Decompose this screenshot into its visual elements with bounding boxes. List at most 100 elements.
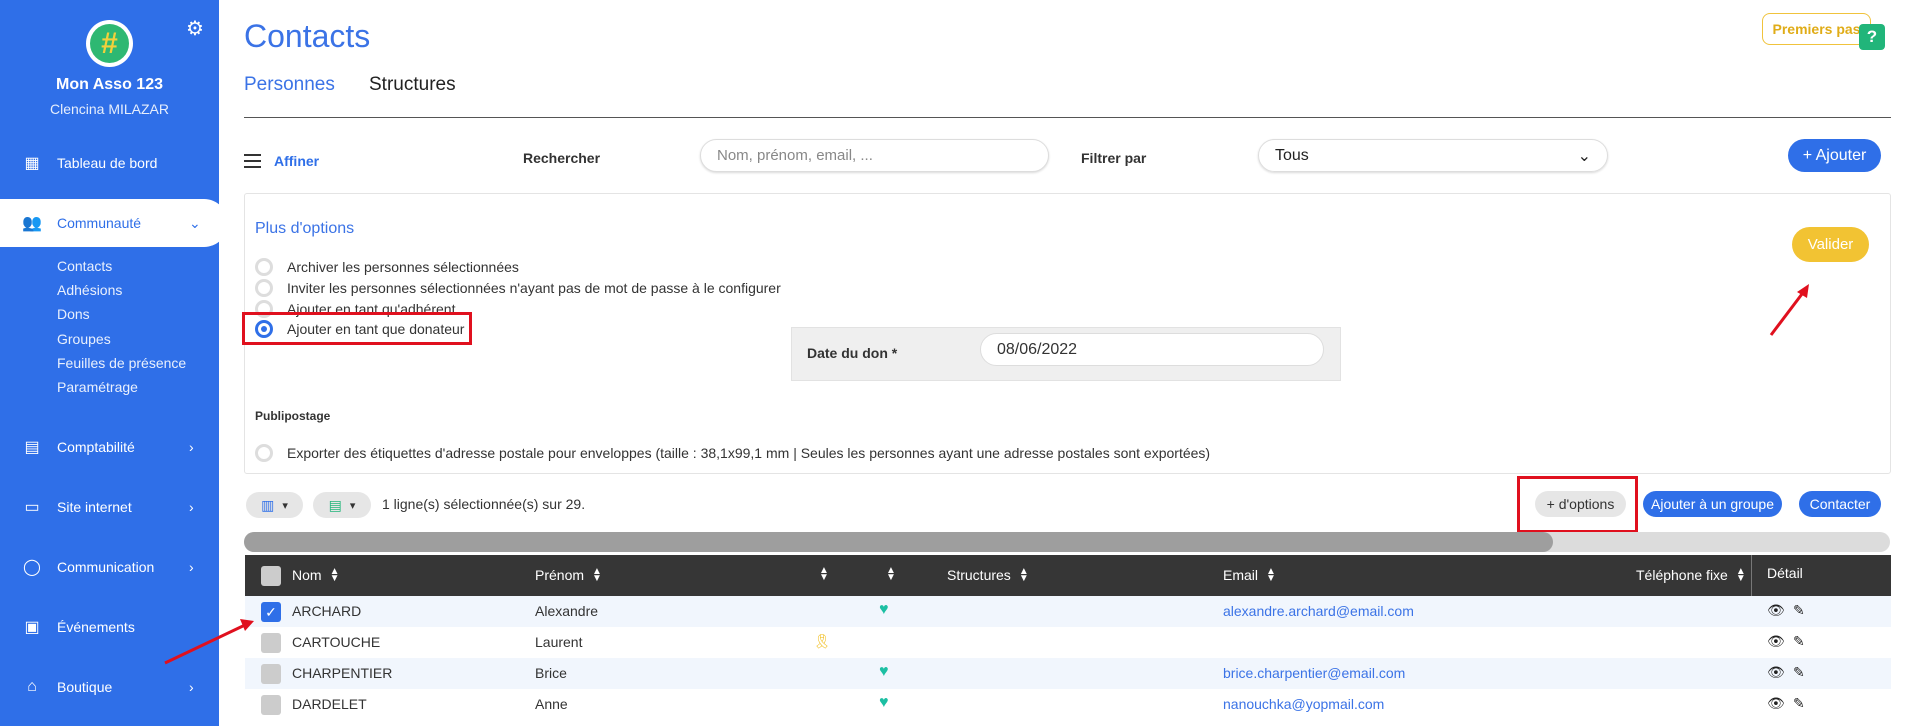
chevron-right-icon: › [189,679,194,695]
sidebar-item-label: Communauté [57,215,142,231]
calculator-icon: ▤ [24,439,40,456]
eye-icon[interactable]: 👁 [1767,602,1785,619]
cell-prenom: Brice [535,665,567,681]
sidebar-item-boutique[interactable]: ⌂ Boutique › [0,663,219,711]
cell-email[interactable]: brice.charpentier@email.com [1223,665,1405,681]
affiner-link[interactable]: Affiner [274,153,319,169]
header-label: Détail [1767,565,1803,581]
column-header-email[interactable]: Email ▲ ▼ [1223,567,1276,584]
radio-button[interactable] [255,258,273,276]
menu-icon[interactable] [244,154,261,168]
heart-icon: ♥ [879,663,889,680]
sidebar-sub-dons[interactable]: Dons [57,306,90,322]
caret-down-icon: ▾ [282,499,288,512]
sidebar-sub-adhesions[interactable]: Adhésions [57,282,122,298]
cell-prenom: Anne [535,696,568,712]
columns-button[interactable]: ▥ ▾ [246,492,303,518]
table-row[interactable]: CARTOUCHE Laurent 🎗 👁 ✎ [245,627,1891,658]
edit-icon[interactable]: ✎ [1793,633,1805,650]
spreadsheet-icon: ▤ [328,496,342,513]
gear-icon[interactable]: ⚙ [186,16,204,41]
scrollbar-thumb[interactable] [244,532,1553,552]
table-row[interactable]: DARDELET Anne ♥ nanouchka@yopmail.com 👁 … [245,689,1891,720]
sidebar-item-label: Tableau de bord [57,155,158,171]
sidebar-item-label: Boutique [57,679,113,695]
filter-select[interactable]: Tous ⌄ [1258,139,1608,172]
header-label: Prénom [535,567,585,583]
radio-button[interactable] [255,444,273,462]
columns-icon: ▥ [261,496,275,513]
sidebar-sub-feuilles-presence[interactable]: Feuilles de présence [57,355,186,371]
sidebar-sub-parametrage[interactable]: Paramétrage [57,379,138,395]
edit-icon[interactable]: ✎ [1793,602,1805,619]
option-label: Exporter des étiquettes d'adresse postal… [287,445,1211,461]
row-checkbox[interactable] [261,633,281,653]
option-export-etiquettes[interactable]: Exporter des étiquettes d'adresse postal… [255,443,1210,463]
add-to-group-button[interactable]: Ajouter à un groupe [1643,491,1782,517]
column-header-prenom[interactable]: Prénom ▲ ▼ [535,567,602,584]
radio-button[interactable] [255,279,273,297]
cell-email[interactable]: nanouchka@yopmail.com [1223,696,1384,712]
table-header: Nom ▲ ▼ Prénom ▲ ▼ ▲ ▼ ▲ ▼ Structures ▲ ▼ Ema… [245,555,1891,596]
cell-nom: CHARPENTIER [292,665,393,681]
add-button[interactable]: + Ajouter [1788,139,1881,172]
column-header-nom[interactable]: Nom ▲ ▼ [292,567,339,584]
annotation-arrow-right [164,619,254,665]
row-checkbox[interactable] [261,664,281,684]
cell-nom: CARTOUCHE [292,634,381,650]
premiers-pas-button[interactable]: Premiers pas [1762,13,1871,45]
publipostage-title: Publipostage [255,409,331,423]
heart-icon: ♥ [879,601,889,618]
row-checkbox[interactable] [261,695,281,715]
sidebar-item-communaute[interactable]: 👥 Communauté ⌄ [0,199,228,247]
annotation-arrow-up [1769,284,1809,336]
sidebar-sub-contacts[interactable]: Contacts [57,258,112,274]
column-separator [1751,555,1752,596]
cell-email[interactable]: alexandre.archard@email.com [1223,603,1414,619]
org-logo[interactable]: # [86,20,133,67]
sidebar-item-communication[interactable]: ◯ Communication › [0,543,219,591]
help-icon[interactable]: ? [1859,24,1885,50]
column-header-sort-2[interactable]: ▲ ▼ [878,566,896,583]
option-archiver[interactable]: Archiver les personnes sélectionnées [255,257,519,277]
table-row[interactable]: ✓ ARCHARD Alexandre ♥ alexandre.archard@… [245,596,1891,627]
option-label: Archiver les personnes sélectionnées [287,259,519,275]
user-name: Clencina MILAZAR [49,101,170,117]
selection-info: 1 ligne(s) sélectionnée(s) sur 29. [382,496,586,512]
row-checkbox-checked[interactable]: ✓ [261,602,281,622]
calendar-icon: ▣ [24,619,40,636]
export-button[interactable]: ▤ ▾ [313,492,371,518]
sidebar-item-site-internet[interactable]: ▭ Site internet › [0,483,219,531]
sidebar-sub-groupes[interactable]: Groupes [57,331,111,347]
people-icon: 👥 [22,215,42,232]
contact-button[interactable]: Contacter [1799,491,1881,517]
date-input[interactable]: 08/06/2022 [980,333,1324,366]
tab-personnes[interactable]: Personnes [244,74,335,96]
sidebar-item-comptabilite[interactable]: ▤ Comptabilité › [0,423,219,471]
page-title: Contacts [244,18,371,54]
header-label: Nom [292,567,322,583]
dashboard-icon: ▦ [24,155,40,172]
valider-button[interactable]: Valider [1792,227,1869,262]
ribbon-icon: 🎗 [813,633,831,649]
column-header-sort-1[interactable]: ▲ ▼ [811,566,829,583]
eye-icon[interactable]: 👁 [1767,695,1785,712]
search-input[interactable] [700,139,1049,172]
chevron-down-icon: ⌄ [1577,147,1591,165]
column-header-telephone[interactable]: Téléphone fixe ▲ ▼ [1636,567,1746,584]
table-row[interactable]: CHARPENTIER Brice ♥ brice.charpentier@em… [245,658,1891,689]
eye-icon[interactable]: 👁 [1767,633,1785,650]
select-all-checkbox[interactable] [261,566,281,586]
highlight-annotation [1517,476,1638,533]
sidebar-item-tableau-de-bord[interactable]: ▦ Tableau de bord [0,139,219,187]
edit-icon[interactable]: ✎ [1793,695,1805,712]
option-label: Inviter les personnes sélectionnées n'ay… [287,280,781,296]
header-label: Structures [947,567,1011,583]
edit-icon[interactable]: ✎ [1793,664,1805,681]
eye-icon[interactable]: 👁 [1767,664,1785,681]
option-inviter[interactable]: Inviter les personnes sélectionnées n'ay… [255,278,781,298]
tabs-divider [244,117,1891,118]
tab-structures[interactable]: Structures [369,74,456,96]
date-label: Date du don * [807,345,898,361]
column-header-structures[interactable]: Structures ▲ ▼ [947,567,1029,584]
